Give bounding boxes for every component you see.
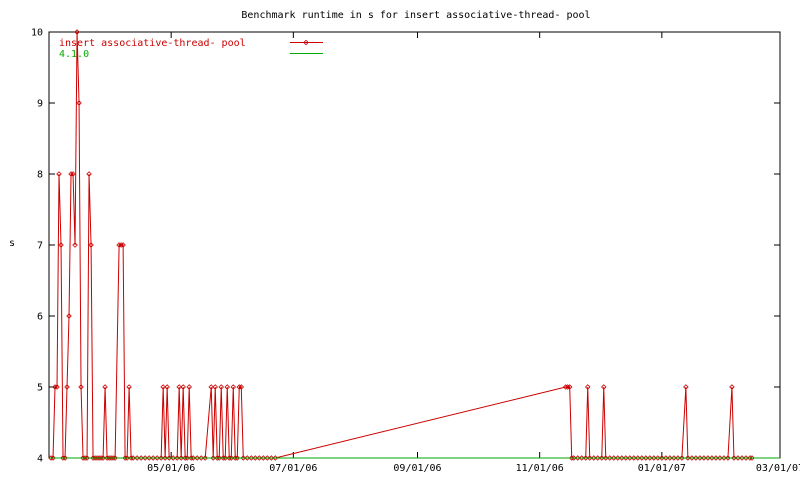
y-tick-label: 5 (37, 383, 43, 394)
plot-frame (48, 31, 781, 459)
x-tick-label: 11/01/06 (516, 463, 564, 474)
legend: insert associative-thread- pool4.1.0 (59, 38, 323, 60)
chart-title: Benchmark runtime in s for insert associ… (241, 10, 590, 21)
series-layer (48, 29, 780, 461)
x-tick-label: 09/01/06 (393, 463, 441, 474)
series-line-1 (51, 31, 752, 459)
y-tick-label: 4 (37, 454, 43, 465)
y-tick-label: 10 (31, 28, 43, 39)
benchmark-chart: Benchmark runtime in s for insert associ… (9, 10, 800, 474)
y-axis-label: s (9, 238, 15, 249)
x-tick-label: 07/01/06 (269, 463, 317, 474)
y-tick-label: 7 (37, 241, 43, 252)
x-tick-label: 05/01/06 (147, 463, 195, 474)
y-tick-label: 6 (37, 312, 43, 323)
legend-label-1: insert associative-thread- pool (59, 38, 246, 49)
x-tick-label: 01/01/07 (638, 463, 686, 474)
y-tick-label: 8 (37, 170, 43, 181)
x-tick-label: 03/01/07 (756, 463, 800, 474)
y-tick-label: 9 (37, 99, 43, 110)
legend-label-2: 4.1.0 (59, 49, 89, 60)
